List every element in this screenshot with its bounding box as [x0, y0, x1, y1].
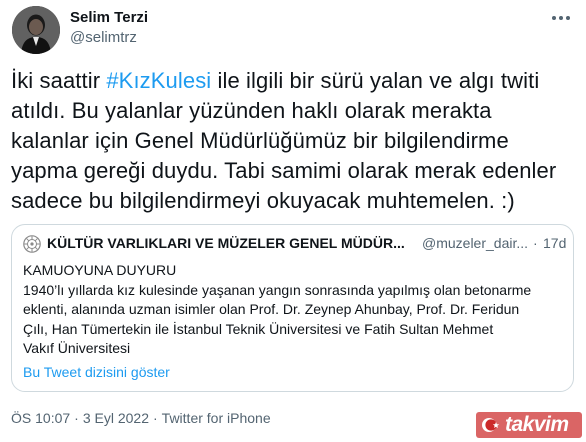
show-thread-link[interactable]: Bu Tweet dizisini göster [23, 364, 170, 380]
tweet-date[interactable]: 3 Eyl 2022 [83, 410, 149, 426]
separator-dot: · [533, 235, 538, 251]
watermark-logo: takvim [505, 413, 569, 436]
tweet-text-segment: İki saattir [11, 68, 107, 93]
quoted-author-name[interactable]: KÜLTÜR VARLIKLARI VE MÜZELER GENEL MÜDÜR… [47, 235, 405, 251]
tweet-line: yapma gereği duydu. Tabi samimi olarak m… [11, 158, 557, 183]
quoted-line: eklenti, alanında uzman isimler olan Pro… [23, 301, 520, 317]
author-handle[interactable]: @selimtrz [70, 29, 137, 46]
tweet-line: sadece bu bilgilendirmeyi okuyacak muhte… [11, 188, 515, 213]
avatar[interactable] [12, 6, 60, 54]
tweet-time[interactable]: ÖS 10:07 [11, 410, 70, 426]
tweet-text-segment: ile ilgili bir sürü yalan ve algı twiti [211, 68, 540, 93]
hashtag-link[interactable]: #KızKulesi [106, 68, 211, 93]
crescent-star-icon [482, 418, 500, 432]
tweet-source: Twitter for iPhone [161, 410, 271, 426]
quoted-tweet[interactable]: KÜLTÜR VARLIKLARI VE MÜZELER GENEL MÜDÜR… [11, 224, 574, 392]
ministry-emblem-icon [23, 235, 41, 253]
quoted-line: KAMUOYUNA DUYURU [23, 262, 177, 278]
quoted-line: Çılı, Han Tümertekin ile İstanbul Teknik… [23, 320, 494, 337]
separator-dot: · [153, 410, 158, 426]
tweet-text: İki saattir #KızKulesi ile ilgili bir sü… [11, 66, 581, 216]
separator-dot: · [74, 410, 79, 426]
tweet-line: İki saattir #KızKulesi ile ilgili bir sü… [11, 66, 581, 96]
quoted-tweet-text: KAMUOYUNA DUYURU 1940’lı yıllarda kız ku… [23, 261, 568, 359]
more-icon [552, 16, 570, 20]
more-options-button[interactable] [548, 8, 574, 28]
author-name[interactable]: Selim Terzi [70, 9, 148, 26]
quoted-line: Vakıf Üniversitesi [23, 340, 131, 356]
quoted-line: 1940’lı yıllarda kız kulesinde yaşanan y… [23, 281, 532, 298]
quoted-timestamp[interactable]: 17d [543, 235, 566, 251]
tweet-metadata: ÖS 10:07 · 3 Eyl 2022 · Twitter for iPhone [11, 410, 271, 426]
avatar-portrait [12, 6, 60, 54]
quoted-author-handle[interactable]: @muzeler_dair... [422, 235, 528, 251]
tweet-line: atıldı. Bu yalanlar yüzünden haklı olara… [11, 98, 492, 123]
tweet-line: kalanlar için Genel Müdürlüğümüz bir bil… [11, 128, 509, 153]
